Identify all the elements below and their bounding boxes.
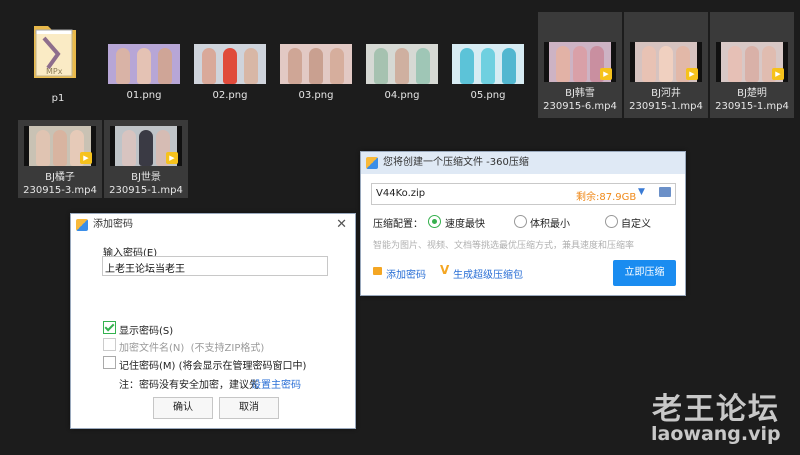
video-thumbnail: ▶ <box>110 126 182 166</box>
image-thumbnail <box>366 44 438 84</box>
file-name-line1: BJ楚明 <box>737 88 767 99</box>
360zip-app-icon <box>366 157 378 169</box>
file-name-line1: BJ橘子 <box>45 172 75 183</box>
set-master-password-link[interactable]: 设置主密码 <box>251 376 301 391</box>
player-badge-icon: ▶ <box>686 68 698 80</box>
compress-now-button[interactable]: 立即压缩 <box>613 260 676 286</box>
file-name-line2: 230915-1.mp4 <box>715 101 789 112</box>
player-badge-icon: ▶ <box>600 68 612 80</box>
remember-password-label[interactable]: 记住密码(M) (将会显示在管理密码窗口中) <box>119 357 306 372</box>
video-thumbnail: ▶ <box>716 42 788 82</box>
video-thumbnail: ▶ <box>630 42 702 82</box>
compress-hint: 智能为图片、视频、文档等挑选最优压缩方式，兼具速度和压缩率 <box>373 241 635 251</box>
super-package-link[interactable]: 生成超级压缩包 <box>453 266 523 281</box>
remember-password-checkbox[interactable] <box>103 356 116 369</box>
image-thumbnail <box>280 44 352 84</box>
image-thumbnail <box>452 44 524 84</box>
option-custom-label[interactable]: 自定义 <box>621 215 651 230</box>
password-input-value: 上老王论坛当老王 <box>105 264 185 275</box>
file-name-line2: 230915-1.mp4 <box>629 101 703 112</box>
config-label: 压缩配置： <box>373 219 423 230</box>
add-password-dialog: 添加密码 ✕ 输入密码(E) 上老王论坛当老王 显示密码(S) 加密文件名(N)… <box>70 213 356 429</box>
file-01-png[interactable]: 01.png <box>102 38 186 106</box>
confirm-button[interactable]: 确认 <box>153 397 213 419</box>
file-name-line1: BJ世景 <box>131 172 161 183</box>
file-bj-juzi-mp4[interactable]: ▶ BJ橘子 230915-3.mp4 <box>18 120 102 198</box>
file-name-line2: 230915-1.mp4 <box>109 185 183 196</box>
option-smallest-label[interactable]: 体积最小 <box>530 215 570 230</box>
folder-icon: MPx <box>32 20 78 78</box>
file-02-png[interactable]: 02.png <box>188 38 272 106</box>
video-thumbnail: ▶ <box>24 126 96 166</box>
file-bj-shijing-mp4[interactable]: ▶ BJ世景 230915-1.mp4 <box>104 120 188 198</box>
file-name-line1: BJ河井 <box>651 88 681 99</box>
close-icon[interactable]: ✕ <box>336 214 347 236</box>
free-space-label: 剩余:87.9GB <box>576 192 637 203</box>
super-package-v-icon: V <box>440 263 450 277</box>
compress-dialog: 您将创建一个压缩文件 -360压缩 V44Ko.zip 剩余:87.9GB ▼ … <box>360 151 686 296</box>
file-name-line2: 230915-6.mp4 <box>543 101 617 112</box>
player-badge-icon: ▶ <box>166 152 178 164</box>
file-name: 03.png <box>298 90 334 101</box>
file-name: 01.png <box>126 90 162 101</box>
option-custom-radio[interactable] <box>605 215 618 228</box>
file-name-line1: BJ韩雪 <box>565 88 595 99</box>
file-05-png[interactable]: 05.png <box>446 38 530 106</box>
360zip-app-icon <box>76 219 88 231</box>
dropdown-arrow-icon[interactable]: ▼ <box>638 187 645 197</box>
browse-folder-icon[interactable] <box>659 187 671 197</box>
image-thumbnail <box>194 44 266 84</box>
show-password-label[interactable]: 显示密码(S) <box>119 322 173 337</box>
file-03-png[interactable]: 03.png <box>274 38 358 106</box>
security-note: 注：密码没有安全加密，建议先 <box>119 380 259 391</box>
file-bj-hejing-mp4[interactable]: ▶ BJ河井 230915-1.mp4 <box>624 12 708 118</box>
option-fastest-label[interactable]: 速度最快 <box>445 215 485 230</box>
password-dialog-title: 添加密码 <box>93 219 133 230</box>
password-input[interactable]: 上老王论坛当老王 <box>102 256 328 276</box>
file-folder-p1[interactable]: MPx p1 <box>16 14 100 106</box>
add-password-link[interactable]: 添加密码 <box>386 266 426 281</box>
player-badge-icon: ▶ <box>772 68 784 80</box>
file-name: 05.png <box>470 90 506 101</box>
image-thumbnail <box>108 44 180 84</box>
video-thumbnail: ▶ <box>544 42 616 82</box>
encrypt-filename-label: 加密文件名(N) (不支持ZIP格式) <box>119 343 265 354</box>
file-name: 04.png <box>384 90 420 101</box>
file-bj-hanxue-mp4[interactable]: ▶ BJ韩雪 230915-6.mp4 <box>538 12 622 118</box>
password-dialog-titlebar: 添加密码 ✕ <box>71 214 355 236</box>
compress-dialog-titlebar: 您将创建一个压缩文件 -360压缩 <box>361 152 685 174</box>
file-name: p1 <box>51 93 65 104</box>
player-badge-icon: ▶ <box>80 152 92 164</box>
file-bj-chuming-mp4[interactable]: ▶ BJ楚明 230915-1.mp4 <box>710 12 794 118</box>
cancel-button[interactable]: 取消 <box>219 397 279 419</box>
file-04-png[interactable]: 04.png <box>360 38 444 106</box>
encrypt-filename-checkbox[interactable] <box>103 338 116 351</box>
file-name-line2: 230915-3.mp4 <box>23 185 97 196</box>
watermark-url: laowang.vip <box>651 423 781 445</box>
file-name: 02.png <box>212 90 248 101</box>
option-fastest-radio[interactable] <box>428 215 441 228</box>
archive-path-field[interactable]: V44Ko.zip 剩余:87.9GB ▼ <box>371 183 676 205</box>
compress-dialog-title: 您将创建一个压缩文件 -360压缩 <box>383 157 529 168</box>
show-password-checkbox[interactable] <box>103 321 116 334</box>
option-smallest-radio[interactable] <box>514 215 527 228</box>
archive-filename: V44Ko.zip <box>376 188 426 199</box>
lock-icon <box>373 267 382 275</box>
watermark-title: 老王论坛 <box>652 392 780 427</box>
